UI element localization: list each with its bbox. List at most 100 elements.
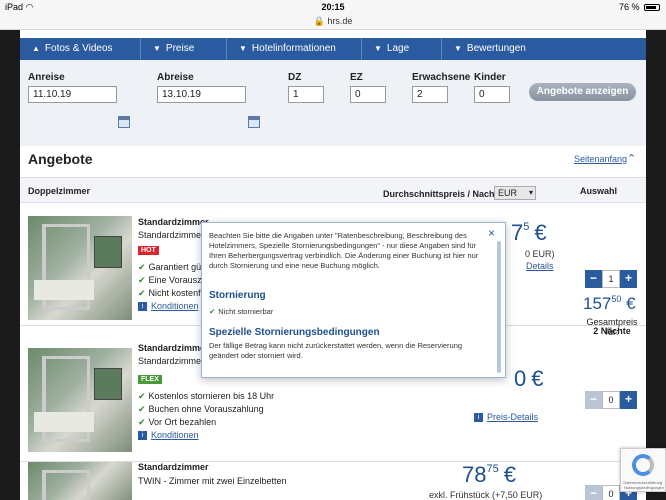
storno-note: ✔ Nicht stornierbar — [209, 307, 274, 316]
check-icon: ✔ — [138, 262, 146, 272]
room-photo[interactable] — [28, 348, 132, 452]
room-subtitle: Standardzimmer — [138, 230, 205, 240]
recaptcha-badge[interactable]: Datenschutzerklärung · Nutzungsbedingung… — [620, 448, 666, 492]
info-icon: i — [474, 413, 483, 422]
erwachsene-input[interactable] — [412, 86, 448, 103]
room-title: Standardzimmer — [138, 217, 209, 227]
seitenanfang-link[interactable]: Seitenanfang — [574, 154, 627, 164]
angebote-anzeigen-button[interactable]: Angebote anzeigen — [529, 83, 636, 101]
quantity-stepper: − 0 + — [585, 391, 637, 409]
plus-button[interactable]: + — [620, 391, 637, 409]
room-photo[interactable] — [28, 216, 132, 320]
ez-field: EZ — [350, 72, 386, 103]
price-note: exkl. Frühstück (+7,50 EUR) — [429, 490, 543, 500]
check-icon: ✔ — [138, 288, 146, 298]
check-icon: ✔ — [209, 307, 216, 316]
chevron-down-icon: ▼ — [374, 44, 382, 53]
chevron-down-icon: ▼ — [239, 44, 247, 53]
anreise-input[interactable] — [28, 86, 117, 103]
room-title: Standardzimmer — [138, 343, 209, 353]
room-photo[interactable] — [28, 462, 132, 500]
dz-input[interactable] — [288, 86, 324, 103]
feature-item: ✔ Buchen ohne Vorauszahlung — [138, 404, 264, 414]
tab-hotelinformationen[interactable]: ▼ Hotelinformationen — [227, 38, 362, 60]
battery-icon — [644, 4, 660, 11]
check-icon: ✔ — [138, 404, 146, 414]
price-note: 0 EUR) — [525, 249, 555, 259]
nights-label: 2 Nächte — [593, 326, 631, 336]
currency-select[interactable]: EUR — [494, 186, 536, 200]
conditions-popover: × Beachten Sie bitte die Angaben unter "… — [201, 222, 506, 378]
total-price: 15750 € — [583, 294, 636, 313]
price-per-night: 7875 € — [462, 462, 516, 487]
room-title: Standardzimmer — [138, 462, 209, 472]
lock-icon: 🔒 — [313, 16, 325, 26]
chevron-down-icon: ▼ — [153, 44, 161, 53]
calendar-icon[interactable] — [118, 116, 130, 128]
recaptcha-icon — [632, 454, 654, 476]
check-icon: ✔ — [138, 275, 146, 285]
table-row: Standardzimmer TWIN - Zimmer mit zwei Ei… — [20, 460, 646, 500]
special-conditions-text: Der fällige Betrag kann nicht zurückerst… — [209, 341, 463, 360]
erwachsene-field: Erwachsene — [412, 72, 470, 103]
kinder-input[interactable] — [474, 86, 510, 103]
left-gutter — [0, 30, 20, 500]
preis-details-link[interactable]: Details — [526, 261, 554, 271]
quantity-value[interactable]: 0 — [602, 391, 620, 409]
chevron-down-icon: ▲ — [32, 44, 40, 53]
room-type-header: Doppelzimmer — [28, 186, 91, 196]
feature-item: ✔ Eine Vorauszal — [138, 275, 209, 285]
calendar-icon[interactable] — [248, 116, 260, 128]
plus-button[interactable]: + — [620, 270, 637, 288]
feature-item: ✔ Garantiert gün — [138, 262, 207, 272]
ios-status-bar: iPad ◠ 20:15 76 % — [0, 0, 666, 14]
close-icon[interactable]: × — [488, 226, 495, 240]
page-title: Angebote — [28, 151, 93, 167]
tab-fotos-videos[interactable]: ▲ Fotos & Videos — [20, 38, 141, 60]
ez-input[interactable] — [350, 86, 386, 103]
hotel-nav-bar: ▲ Fotos & Videos ▼ Preise ▼ Hotelinformatio… — [20, 38, 646, 60]
tab-bewertungen[interactable]: ▼ Bewertungen — [442, 38, 646, 60]
url-bar[interactable]: 🔒 hrs.de — [0, 14, 666, 30]
quantity-value[interactable]: 0 — [602, 485, 620, 500]
konditionen-link[interactable]: i Konditionen — [138, 430, 199, 440]
feature-item: ✔ Kostenlos stornieren bis 18 Uhr — [138, 391, 275, 401]
room-subtitle: Standardzimmer — [138, 356, 205, 366]
minus-button[interactable]: − — [585, 270, 602, 288]
offers-table-header: Doppelzimmer Durchschnittspreis / Nacht … — [20, 177, 646, 203]
tab-lage[interactable]: ▼ Lage — [362, 38, 442, 60]
search-form: Anreise Abreise DZ EZ Erwachsene Kinder … — [20, 60, 646, 146]
check-icon: ✔ — [138, 391, 146, 401]
clock: 20:15 — [321, 2, 345, 12]
konditionen-link[interactable]: i Konditionen — [138, 301, 199, 311]
anreise-field: Anreise — [28, 72, 117, 103]
avg-price-header: Durchschnittspreis / Nacht — [383, 189, 498, 199]
right-gutter — [646, 30, 666, 500]
abreise-input[interactable] — [157, 86, 246, 103]
popover-scrollbar[interactable] — [497, 241, 501, 373]
minus-button[interactable]: − — [585, 391, 602, 409]
abreise-field: Abreise — [157, 72, 246, 103]
price-per-night: 0 € — [514, 366, 544, 391]
dz-field: DZ — [288, 72, 324, 103]
info-icon: i — [138, 302, 147, 311]
hot-badge: HOT — [138, 246, 159, 255]
special-conditions-heading: Spezielle Stornierungsbedingungen — [209, 327, 380, 338]
room-subtitle: TWIN - Zimmer mit zwei Einzelbetten — [138, 476, 287, 486]
feature-item: ✔ Vor Ort bezahlen — [138, 417, 217, 427]
chevron-down-icon: ▼ — [454, 44, 462, 53]
price-per-night: 75 € — [511, 220, 547, 245]
feature-item: ✔ Nicht kostenfr — [138, 288, 204, 298]
check-icon: ✔ — [138, 417, 146, 427]
tab-preise[interactable]: ▼ Preise — [141, 38, 227, 60]
quantity-stepper: − 1 + — [585, 270, 637, 288]
auswahl-header: Auswahl — [580, 186, 618, 196]
quantity-value[interactable]: 1 — [602, 270, 620, 288]
stornierung-heading: Stornierung — [209, 290, 266, 301]
minus-button[interactable]: − — [585, 485, 602, 500]
battery-status: 76 % — [619, 2, 660, 12]
hotel-page: ▲ Fotos & Videos ▼ Preise ▼ Hotelinformatio… — [20, 30, 646, 500]
preis-details-link[interactable]: i Preis-Details — [474, 412, 538, 422]
chevron-up-icon[interactable]: ⌃ — [627, 152, 636, 165]
info-icon: i — [138, 431, 147, 440]
